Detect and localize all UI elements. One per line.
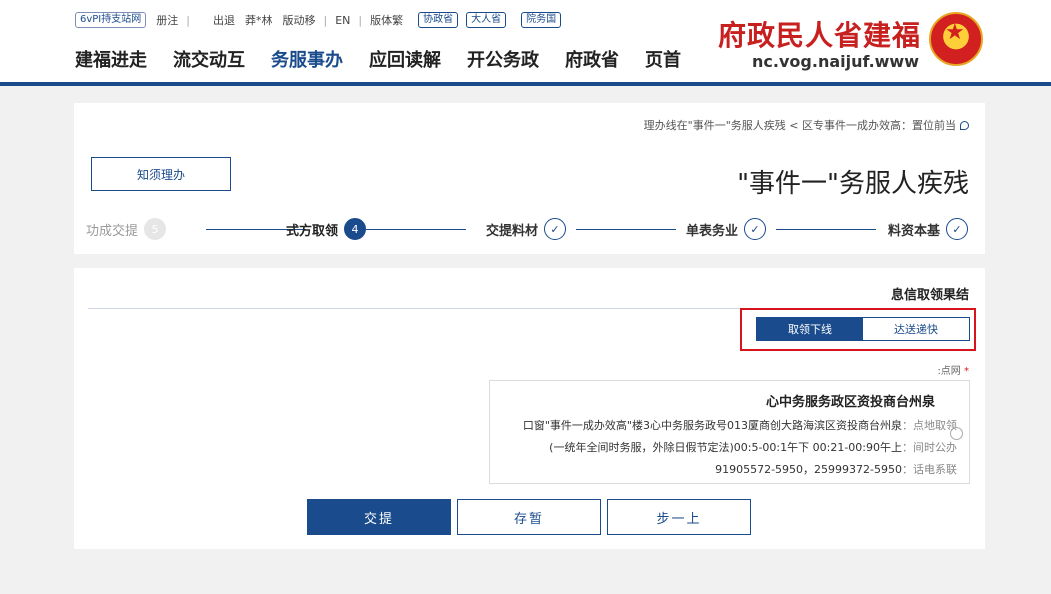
step-label: 领取方式 bbox=[286, 223, 339, 239]
step-label: 业务表单 bbox=[686, 223, 739, 239]
nav-item-interaction[interactable]: 互动交流 bbox=[173, 46, 245, 72]
main-navigation: 走进福建 互动交流 办事服务 解读回应 政务公开 省政府 首页 bbox=[75, 46, 707, 72]
phone-value: 0595-27399952，0595-27550919 bbox=[715, 463, 902, 476]
pickup-info-card: 结果领取信息 线下领取 快递送达 网点: * 泉州台商投资区政务服务中心 领取地… bbox=[74, 268, 985, 549]
network-label-text: 网点: bbox=[937, 366, 961, 377]
step-materials[interactable]: 材料提交 ✓ bbox=[486, 216, 567, 242]
location-icon bbox=[960, 121, 969, 130]
state-council-link[interactable]: 国务院 bbox=[521, 12, 562, 28]
phone-label: 联系电话： bbox=[902, 463, 957, 476]
hours-row: 办公时间：上午09:00-12:00 下午1:00-5:00(法定节假日除外，服… bbox=[549, 439, 957, 455]
ipv6-badge: 网站支持IPv6 bbox=[75, 12, 147, 28]
breadcrumb: 当前位置：高效办成一件事专区 > 残疾人服务"一件事"在线办理 bbox=[644, 117, 969, 133]
nav-item-discover-fujian[interactable]: 走进福建 bbox=[75, 46, 147, 72]
check-icon: ✓ bbox=[744, 218, 767, 240]
required-asterisk: * bbox=[964, 366, 969, 377]
service-header-card: 当前位置：高效办成一件事专区 > 残疾人服务"一件事"在线办理 残疾人服务"一件… bbox=[74, 103, 985, 254]
hours-value: 上午09:00-12:00 下午1:00-5:00(法定节假日除外，服务时间全年… bbox=[549, 441, 902, 454]
nav-item-services[interactable]: 办事服务 bbox=[271, 46, 343, 72]
traditional-chinese-link[interactable]: 繁体版 bbox=[370, 12, 403, 28]
offline-pickup-option[interactable]: 线下领取 bbox=[757, 318, 863, 340]
english-link[interactable]: EN bbox=[335, 14, 350, 27]
submit-button[interactable]: 提交 bbox=[307, 499, 451, 535]
step-submitted: 提交成功 5 bbox=[86, 216, 167, 242]
separator: | bbox=[323, 13, 328, 27]
step-label: 基本资料 bbox=[888, 223, 941, 239]
phone-row: 联系电话：0595-27399952，0595-27550919 bbox=[715, 461, 957, 477]
address-value: 泉州台商投资区滨海路大创商厦310号政务服务中心3楼"高效办成一件事"窗口 bbox=[522, 419, 902, 432]
nav-item-government-affairs[interactable]: 政务公开 bbox=[467, 46, 539, 72]
section-title: 结果领取信息 bbox=[890, 288, 969, 303]
nav-item-home[interactable]: 首页 bbox=[645, 46, 681, 72]
logout-link[interactable]: 退出 bbox=[213, 12, 235, 28]
step-basic-info[interactable]: 基本资料 ✓ bbox=[888, 216, 969, 242]
national-emblem-icon bbox=[929, 12, 983, 66]
previous-step-button[interactable]: 上一步 bbox=[607, 499, 751, 535]
separator: | bbox=[186, 13, 190, 27]
address-row: 领取地点：泉州台商投资区滨海路大创商厦310号政务服务中心3楼"高效办成一件事"… bbox=[523, 417, 957, 433]
top-utility-bar: 网站支持IPv6 注册 | 退出 林*莽 移动版 | EN | 繁体版 省政协 … bbox=[75, 11, 562, 29]
save-draft-button[interactable]: 暂存 bbox=[457, 499, 601, 535]
progress-steps: 提交成功 5 领取方式 4 材料提交 ✓ 业务表单 ✓ 基本资料 ✓ bbox=[86, 216, 972, 242]
network-label: 网点: * bbox=[937, 362, 969, 377]
hours-label: 办公时间： bbox=[902, 441, 957, 454]
step-business-form[interactable]: 业务表单 ✓ bbox=[686, 216, 767, 242]
check-icon: ✓ bbox=[946, 218, 969, 240]
express-delivery-option[interactable]: 快递送达 bbox=[863, 318, 969, 340]
step-connector bbox=[576, 229, 676, 230]
mobile-version-link[interactable]: 移动版 bbox=[282, 12, 315, 28]
nav-item-provincial-government[interactable]: 省政府 bbox=[565, 46, 619, 72]
page-title: 残疾人服务"一件事" bbox=[737, 169, 969, 199]
step-number: 4 bbox=[344, 218, 367, 240]
address-label: 领取地点： bbox=[902, 419, 957, 432]
guide-button[interactable]: 办理须知 bbox=[91, 157, 231, 191]
site-title: 福建省人民政府 bbox=[717, 19, 921, 52]
pickup-method-toggle: 线下领取 快递送达 bbox=[756, 317, 970, 341]
service-center-name: 泉州台商投资区政务服务中心 bbox=[765, 395, 935, 410]
step-label: 提交成功 bbox=[86, 223, 139, 239]
step-connector bbox=[366, 229, 466, 230]
user-name[interactable]: 林*莽 bbox=[245, 12, 273, 28]
site-header: 网站支持IPv6 注册 | 退出 林*莽 移动版 | EN | 繁体版 省政协 … bbox=[0, 0, 1051, 86]
check-icon: ✓ bbox=[544, 218, 567, 240]
cppcc-link[interactable]: 省政协 bbox=[418, 12, 459, 28]
step-number: 5 bbox=[144, 218, 167, 240]
step-pickup-method: 领取方式 4 bbox=[286, 216, 367, 242]
step-label: 材料提交 bbox=[486, 223, 539, 239]
register-link[interactable]: 注册 bbox=[156, 12, 178, 28]
separator: | bbox=[358, 13, 363, 27]
nav-item-interpretation[interactable]: 解读回应 bbox=[369, 46, 441, 72]
breadcrumb-text[interactable]: 当前位置：高效办成一件事专区 > 残疾人服务"一件事"在线办理 bbox=[644, 119, 956, 132]
site-domain: www.fujian.gov.cn bbox=[752, 52, 919, 71]
site-logo[interactable]: 福建省人民政府 www.fujian.gov.cn bbox=[713, 12, 983, 72]
npc-link[interactable]: 省人大 bbox=[466, 12, 507, 28]
service-center-option[interactable]: 泉州台商投资区政务服务中心 领取地点：泉州台商投资区滨海路大创商厦310号政务服… bbox=[489, 380, 970, 484]
step-connector bbox=[776, 229, 876, 230]
